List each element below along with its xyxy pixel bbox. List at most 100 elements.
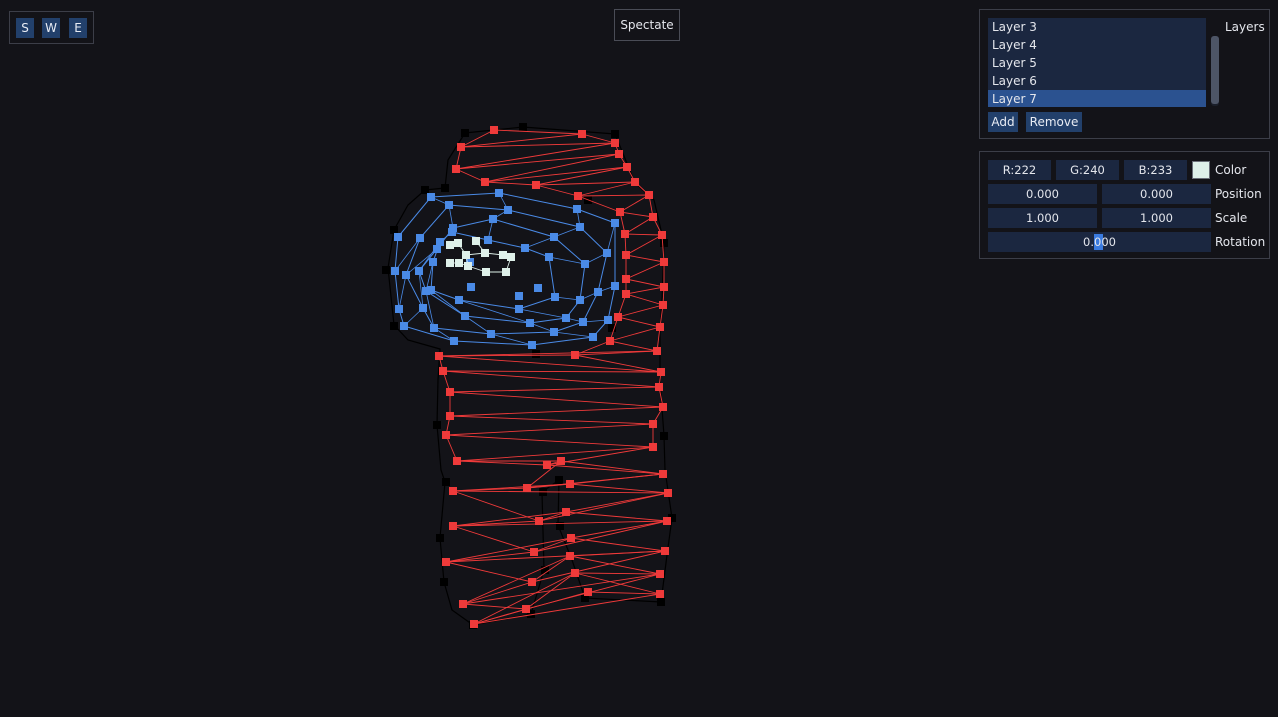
layer-list[interactable]: Layer 3 Layer 4 Layer 5 Layer 6 Layer 7: [988, 18, 1206, 107]
visor-vertex[interactable]: [515, 292, 523, 300]
body-vertex[interactable]: [656, 323, 664, 331]
body-vertex[interactable]: [622, 290, 630, 298]
body-vertex[interactable]: [522, 605, 530, 613]
body-vertex[interactable]: [649, 443, 657, 451]
outline-vertex[interactable]: [442, 478, 450, 486]
visor-vertex[interactable]: [467, 283, 475, 291]
highlight-vertex[interactable]: [481, 249, 489, 257]
outline-vertex[interactable]: [390, 226, 398, 234]
body-vertex[interactable]: [528, 578, 536, 586]
body-vertex[interactable]: [442, 558, 450, 566]
body-vertex[interactable]: [653, 347, 661, 355]
layer-item-4[interactable]: Layer 4: [988, 36, 1206, 54]
body-vertex[interactable]: [446, 388, 454, 396]
body-vertex[interactable]: [557, 457, 565, 465]
position-x-field[interactable]: 0.000: [988, 184, 1097, 204]
body-vertex[interactable]: [562, 508, 570, 516]
visor-vertex[interactable]: [394, 233, 402, 241]
scale-y-field[interactable]: 1.000: [1102, 208, 1211, 228]
layer-scrollbar[interactable]: [1211, 36, 1219, 106]
outline-vertex[interactable]: [421, 186, 429, 194]
body-vertex[interactable]: [631, 178, 639, 186]
body-vertex[interactable]: [535, 517, 543, 525]
body-vertex[interactable]: [658, 231, 666, 239]
highlight-vertex[interactable]: [454, 239, 462, 247]
outline-vertex[interactable]: [436, 534, 444, 542]
body-vertex[interactable]: [615, 150, 623, 158]
body-vertex[interactable]: [660, 283, 668, 291]
body-vertex[interactable]: [649, 213, 657, 221]
body-vertex[interactable]: [574, 192, 582, 200]
layer-item-7[interactable]: Layer 7: [988, 90, 1206, 107]
mode-e-button[interactable]: E: [69, 18, 87, 38]
color-r-field[interactable]: R:222: [988, 160, 1051, 180]
body-vertex[interactable]: [566, 552, 574, 560]
mode-s-button[interactable]: S: [16, 18, 34, 38]
outline-vertex[interactable]: [440, 578, 448, 586]
color-swatch[interactable]: [1192, 161, 1210, 179]
body-vertex[interactable]: [664, 489, 672, 497]
visor-vertex[interactable]: [534, 284, 542, 292]
highlight-vertex[interactable]: [499, 251, 507, 259]
body-vertex[interactable]: [622, 251, 630, 259]
body-vertex[interactable]: [611, 139, 619, 147]
outline-vertex[interactable]: [519, 123, 527, 131]
body-vertex[interactable]: [567, 534, 575, 542]
body-vertex[interactable]: [571, 569, 579, 577]
highlight-vertex[interactable]: [507, 253, 515, 261]
body-vertex[interactable]: [566, 480, 574, 488]
body-vertex[interactable]: [452, 165, 460, 173]
body-vertex[interactable]: [453, 457, 461, 465]
mode-w-button[interactable]: W: [42, 18, 60, 38]
add-layer-button[interactable]: Add: [988, 112, 1018, 132]
body-vertex[interactable]: [442, 431, 450, 439]
body-vertex[interactable]: [523, 484, 531, 492]
outline-vertex[interactable]: [660, 432, 668, 440]
body-vertex[interactable]: [661, 547, 669, 555]
outline-vertex[interactable]: [390, 322, 398, 330]
highlight-vertex[interactable]: [446, 241, 454, 249]
body-vertex[interactable]: [656, 570, 664, 578]
body-vertex[interactable]: [663, 517, 671, 525]
body-vertex[interactable]: [457, 143, 465, 151]
outline-vertex[interactable]: [611, 130, 619, 138]
body-vertex[interactable]: [659, 403, 667, 411]
highlight-vertex[interactable]: [455, 259, 463, 267]
highlight-vertex[interactable]: [472, 237, 480, 245]
body-vertex[interactable]: [649, 420, 657, 428]
body-vertex[interactable]: [459, 600, 467, 608]
body-vertex[interactable]: [622, 275, 630, 283]
position-y-field[interactable]: 0.000: [1102, 184, 1211, 204]
outline-vertex[interactable]: [657, 598, 665, 606]
layer-item-6[interactable]: Layer 6: [988, 72, 1206, 90]
body-vertex[interactable]: [657, 368, 665, 376]
body-vertex[interactable]: [645, 191, 653, 199]
highlight-vertex[interactable]: [462, 251, 470, 259]
body-vertex[interactable]: [435, 352, 443, 360]
layer-scroll-thumb[interactable]: [1211, 36, 1219, 104]
body-vertex[interactable]: [623, 163, 631, 171]
body-vertex[interactable]: [449, 522, 457, 530]
highlight-vertex[interactable]: [464, 262, 472, 270]
spectate-button[interactable]: Spectate: [614, 9, 680, 41]
body-vertex[interactable]: [584, 588, 592, 596]
body-vertex[interactable]: [449, 487, 457, 495]
layer-item-5[interactable]: Layer 5: [988, 54, 1206, 72]
scale-x-field[interactable]: 1.000: [988, 208, 1097, 228]
outline-vertex[interactable]: [555, 476, 563, 484]
body-vertex[interactable]: [616, 208, 624, 216]
body-vertex[interactable]: [656, 590, 664, 598]
body-vertex[interactable]: [655, 383, 663, 391]
body-vertex[interactable]: [659, 301, 667, 309]
body-vertex[interactable]: [659, 470, 667, 478]
body-vertex[interactable]: [470, 620, 478, 628]
outline-vertex[interactable]: [433, 421, 441, 429]
layer-item-3[interactable]: Layer 3: [988, 18, 1206, 36]
body-vertex[interactable]: [606, 337, 614, 345]
body-vertex[interactable]: [439, 367, 447, 375]
body-vertex[interactable]: [532, 181, 540, 189]
color-g-field[interactable]: G:240: [1056, 160, 1119, 180]
body-vertex[interactable]: [490, 126, 498, 134]
body-vertex[interactable]: [621, 230, 629, 238]
highlight-vertex[interactable]: [482, 268, 490, 276]
